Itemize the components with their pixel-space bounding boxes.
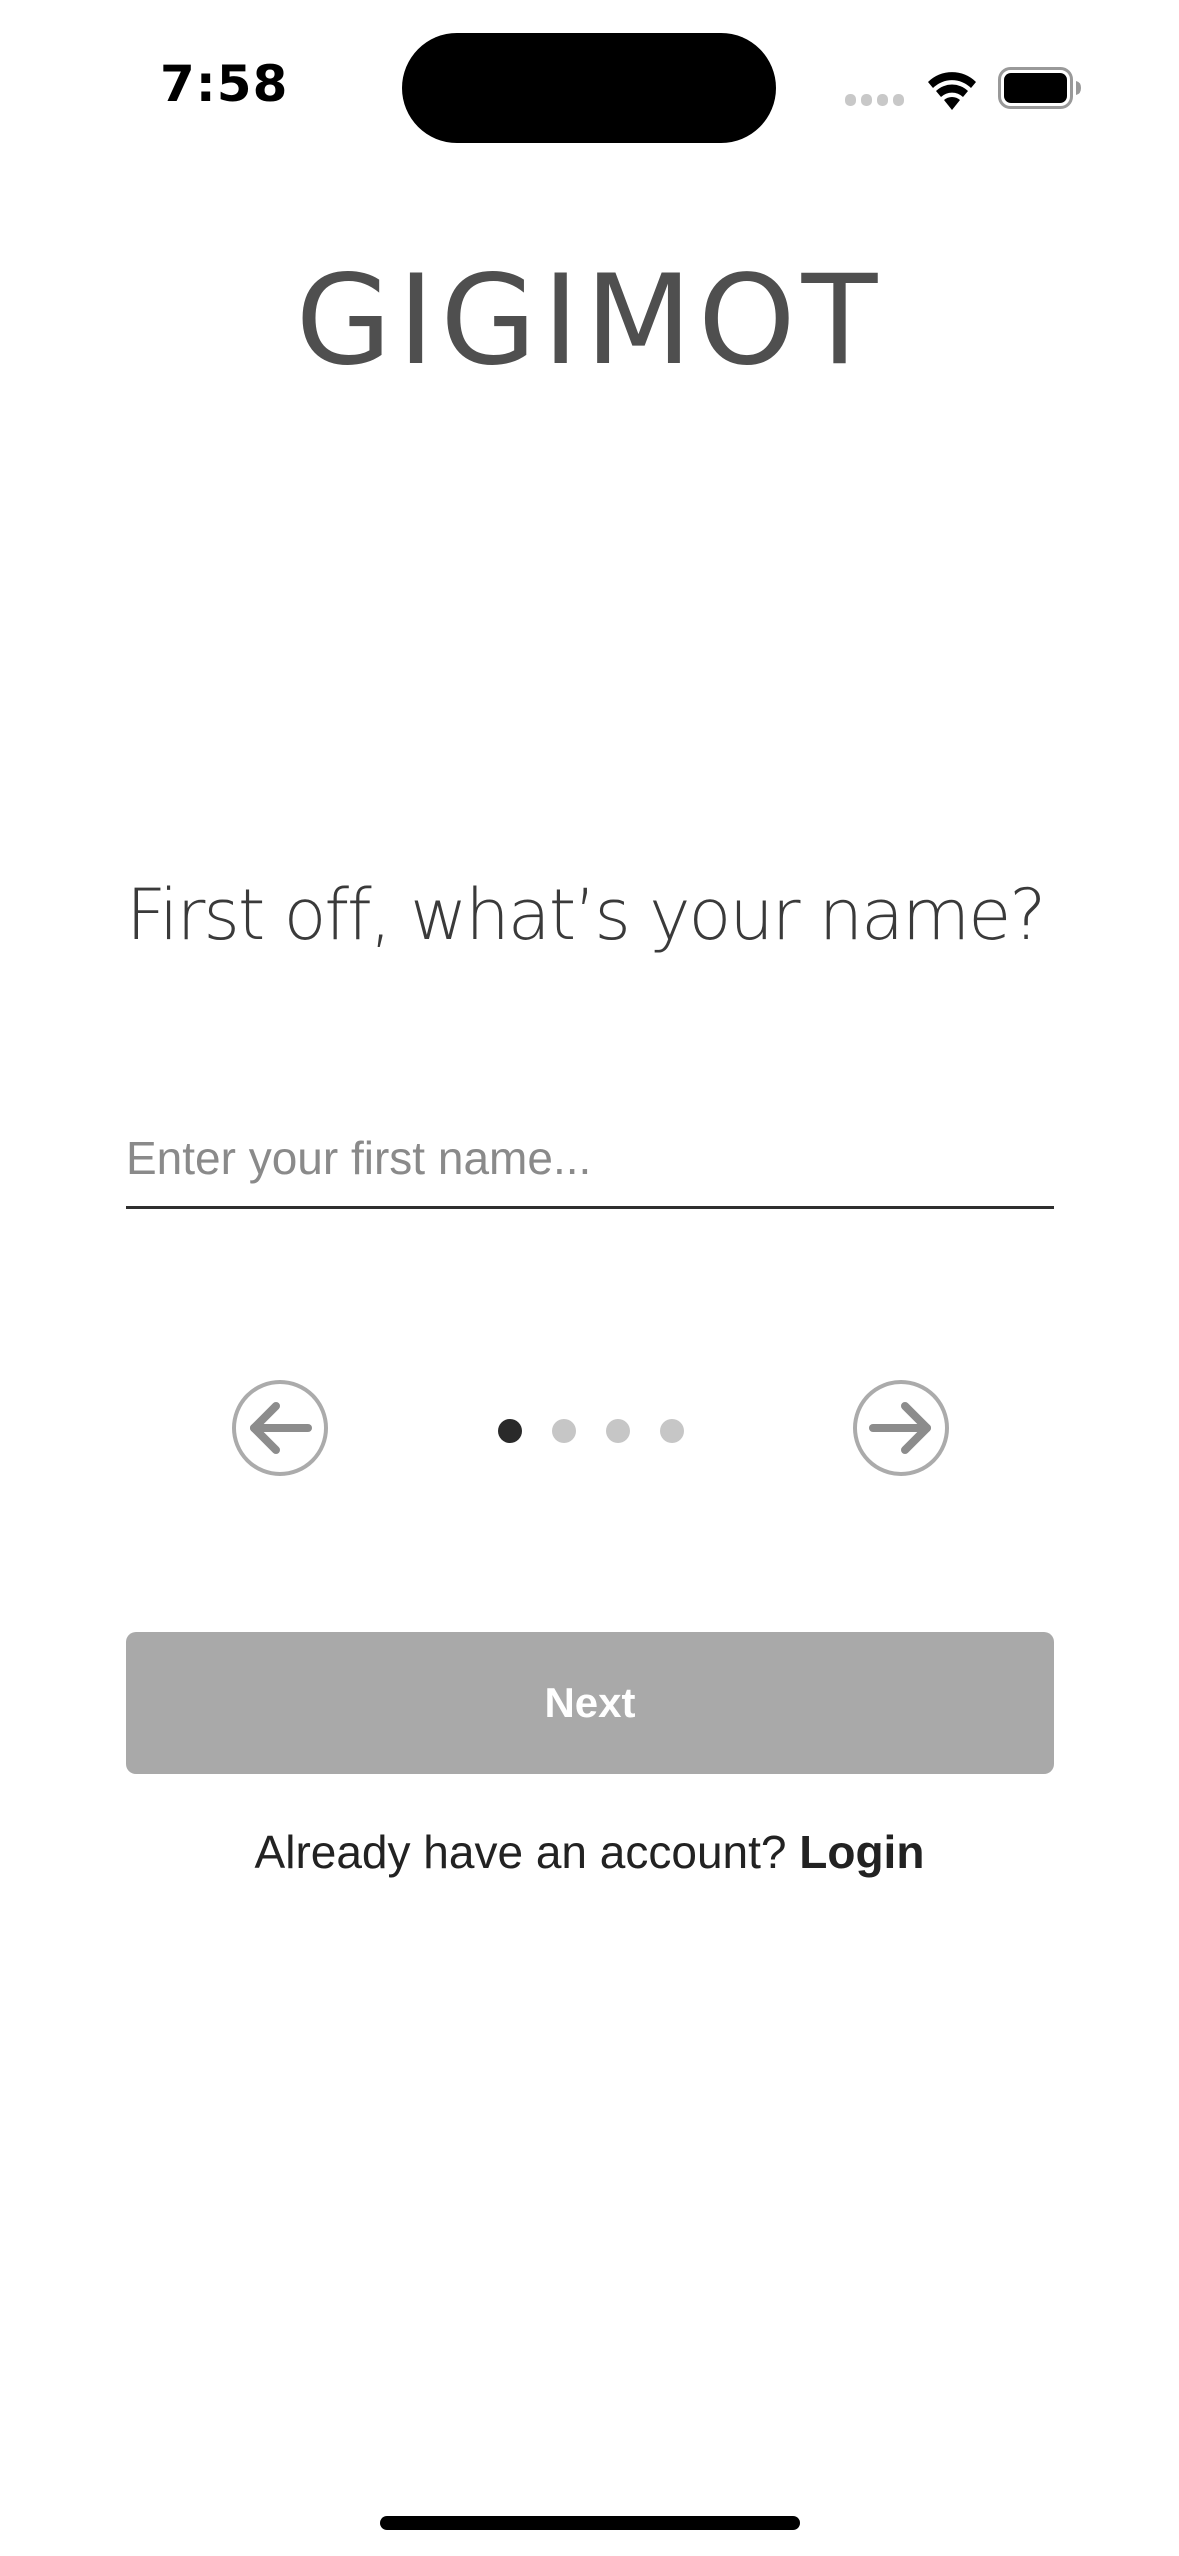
dynamic-island — [402, 33, 776, 143]
page-indicator — [498, 1419, 684, 1445]
login-prompt: Already have an account? Login — [0, 1822, 1179, 1882]
arrow-right-circle-icon — [853, 1380, 949, 1476]
page-dot-1 — [498, 1419, 522, 1443]
page-dot-4 — [660, 1419, 684, 1443]
next-button[interactable]: Next — [126, 1632, 1054, 1774]
login-prompt-text: Already have an account? — [254, 1826, 800, 1878]
wifi-icon — [928, 72, 976, 110]
next-step-arrow-button[interactable] — [851, 1378, 951, 1478]
page-title: First off, what’s your name? — [126, 874, 1046, 956]
page-dot-2 — [552, 1419, 576, 1443]
cellular-signal-icon — [845, 94, 904, 106]
login-link[interactable]: Login — [799, 1826, 924, 1878]
status-time: 7:58 — [160, 55, 289, 113]
first-name-input[interactable] — [126, 1110, 1054, 1209]
home-indicator[interactable] — [380, 2516, 800, 2530]
previous-step-button[interactable] — [230, 1378, 330, 1478]
page-dot-3 — [606, 1419, 630, 1443]
app-logo: GIGIMOT — [295, 249, 884, 393]
arrow-left-circle-icon — [232, 1380, 328, 1476]
battery-icon — [998, 67, 1081, 109]
